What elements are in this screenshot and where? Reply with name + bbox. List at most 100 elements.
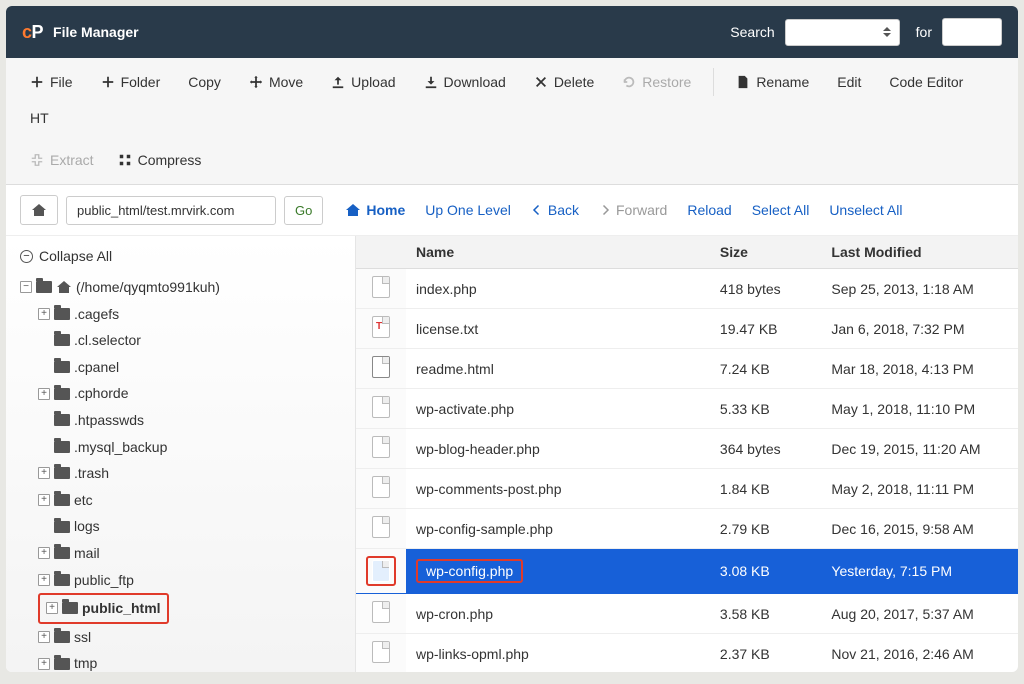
collapse-icon: − bbox=[20, 250, 33, 263]
upload-button[interactable]: Upload bbox=[319, 66, 407, 98]
expand-toggle[interactable]: + bbox=[38, 658, 50, 670]
table-row[interactable]: license.txt19.47 KBJan 6, 2018, 7:32 PM bbox=[356, 309, 1018, 349]
file-modified: Jan 6, 2018, 7:32 PM bbox=[821, 309, 1018, 349]
tree-node[interactable]: +public_ftp bbox=[20, 567, 341, 594]
path-input[interactable]: public_html/test.mrvirk.com bbox=[66, 196, 276, 225]
restore-button[interactable]: Restore bbox=[610, 66, 703, 98]
tree-root[interactable]: − (/home/qyqmto991kuh) bbox=[20, 274, 341, 301]
nav-home[interactable]: Home bbox=[345, 202, 405, 218]
tree-node[interactable]: .cl.selector bbox=[20, 327, 341, 354]
table-row[interactable]: index.php418 bytesSep 25, 2013, 1:18 AM bbox=[356, 269, 1018, 309]
expand-toggle[interactable]: + bbox=[38, 388, 50, 400]
folder-icon bbox=[54, 631, 70, 643]
tree-node[interactable]: +.cphorde bbox=[20, 380, 341, 407]
file-modified: Sep 25, 2013, 1:18 AM bbox=[821, 269, 1018, 309]
expand-toggle[interactable]: + bbox=[46, 602, 58, 614]
tree-node-label: mail bbox=[74, 540, 100, 567]
table-row[interactable]: wp-blog-header.php364 bytesDec 19, 2015,… bbox=[356, 429, 1018, 469]
new-folder-button[interactable]: Folder bbox=[89, 66, 173, 98]
tree-node-label: .cagefs bbox=[74, 301, 119, 328]
search-input[interactable] bbox=[942, 18, 1002, 46]
collapse-all-button[interactable]: − Collapse All bbox=[20, 248, 341, 264]
expand-toggle[interactable]: + bbox=[38, 574, 50, 586]
restore-icon bbox=[622, 75, 636, 89]
expand-toggle[interactable]: + bbox=[38, 547, 50, 559]
php-file-icon bbox=[372, 516, 390, 538]
download-button[interactable]: Download bbox=[412, 66, 518, 98]
search-scope-select[interactable]: All Your Files bbox=[785, 19, 900, 46]
extract-button[interactable]: Extract bbox=[18, 144, 106, 176]
copy-button[interactable]: Copy bbox=[176, 66, 233, 98]
go-button[interactable]: Go bbox=[284, 196, 323, 225]
file-name: wp-blog-header.php bbox=[416, 441, 540, 457]
nav-back[interactable]: Back bbox=[531, 202, 579, 218]
table-row[interactable]: wp-config-sample.php2.79 KBDec 16, 2015,… bbox=[356, 509, 1018, 549]
app-window: cP File Manager Search All Your Files fo… bbox=[6, 6, 1018, 672]
folder-icon bbox=[54, 547, 70, 559]
file-name: wp-cron.php bbox=[416, 606, 493, 622]
expand-toggle bbox=[38, 334, 50, 346]
file-size: 7.24 KB bbox=[710, 349, 821, 389]
folder-icon bbox=[54, 574, 70, 586]
expand-toggle[interactable]: + bbox=[38, 631, 50, 643]
expand-toggle[interactable]: + bbox=[38, 494, 50, 506]
table-row[interactable]: wp-comments-post.php1.84 KBMay 2, 2018, … bbox=[356, 469, 1018, 509]
php-file-icon bbox=[372, 276, 390, 298]
file-size: 19.47 KB bbox=[710, 309, 821, 349]
extract-label: Extract bbox=[50, 152, 94, 168]
tree-node[interactable]: + .cagefs bbox=[20, 301, 341, 328]
nav-select-all[interactable]: Select All bbox=[752, 202, 810, 218]
move-button[interactable]: Move bbox=[237, 66, 315, 98]
folder-icon bbox=[54, 361, 70, 373]
php-file-icon bbox=[372, 601, 390, 623]
tree-node[interactable]: .cpanel bbox=[20, 354, 341, 381]
expand-toggle[interactable]: + bbox=[38, 467, 50, 479]
tree-node[interactable]: .mysql_backup bbox=[20, 434, 341, 461]
tree-node-label: .cl.selector bbox=[74, 327, 141, 354]
nav-reload[interactable]: Reload bbox=[687, 202, 731, 218]
html-editor-button[interactable]: HT bbox=[18, 102, 61, 134]
tree-node[interactable]: +.trash bbox=[20, 460, 341, 487]
tree-node[interactable]: .htpasswds bbox=[20, 407, 341, 434]
home-directory-button[interactable] bbox=[20, 195, 58, 225]
table-row[interactable]: wp-config.php3.08 KBYesterday, 7:15 PM bbox=[356, 549, 1018, 594]
col-size-header[interactable]: Size bbox=[710, 236, 821, 269]
table-row[interactable]: wp-links-opml.php2.37 KBNov 21, 2016, 2:… bbox=[356, 634, 1018, 673]
new-file-button[interactable]: File bbox=[18, 66, 85, 98]
tree-node[interactable]: +tmp bbox=[20, 650, 341, 672]
col-icon-header[interactable] bbox=[356, 236, 406, 269]
rename-button[interactable]: Rename bbox=[724, 66, 821, 98]
tree-node[interactable]: +public_html bbox=[20, 593, 341, 624]
code-editor-button[interactable]: Code Editor bbox=[877, 66, 975, 98]
table-row[interactable]: wp-activate.php5.33 KBMay 1, 2018, 11:10… bbox=[356, 389, 1018, 429]
nav-unselect-all[interactable]: Unselect All bbox=[829, 202, 902, 218]
col-modified-header[interactable]: Last Modified bbox=[821, 236, 1018, 269]
col-name-header[interactable]: Name bbox=[406, 236, 710, 269]
file-modified: Nov 21, 2016, 2:46 AM bbox=[821, 634, 1018, 673]
tree-node[interactable]: + mail bbox=[20, 540, 341, 567]
nav-forward[interactable]: Forward bbox=[599, 202, 667, 218]
nav-up-one-level[interactable]: Up One Level bbox=[425, 202, 511, 218]
compress-button[interactable]: Compress bbox=[106, 144, 214, 176]
restore-label: Restore bbox=[642, 74, 691, 90]
expand-toggle bbox=[38, 414, 50, 426]
tree-root-label: (/home/qyqmto991kuh) bbox=[76, 274, 220, 301]
col-modified-label: Last Modified bbox=[831, 244, 921, 260]
tree-node[interactable]: +ssl bbox=[20, 624, 341, 651]
nav-unselect-all-label: Unselect All bbox=[829, 202, 902, 218]
delete-button[interactable]: Delete bbox=[522, 66, 606, 98]
nav-reload-label: Reload bbox=[687, 202, 731, 218]
arrow-right-icon bbox=[599, 204, 611, 216]
tree-node[interactable]: +etc bbox=[20, 487, 341, 514]
tree-node[interactable]: logs bbox=[20, 513, 341, 540]
tree-node-label: .htpasswds bbox=[74, 407, 144, 434]
cpanel-logo: cP bbox=[22, 22, 43, 43]
collapse-toggle[interactable]: − bbox=[20, 281, 32, 293]
php-file-icon bbox=[372, 641, 390, 663]
folder-icon bbox=[54, 658, 70, 670]
go-label: Go bbox=[295, 203, 312, 218]
edit-button[interactable]: Edit bbox=[825, 66, 873, 98]
table-row[interactable]: readme.html7.24 KBMar 18, 2018, 4:13 PM bbox=[356, 349, 1018, 389]
table-row[interactable]: wp-cron.php3.58 KBAug 20, 2017, 5:37 AM bbox=[356, 594, 1018, 634]
expand-toggle[interactable]: + bbox=[38, 308, 50, 320]
